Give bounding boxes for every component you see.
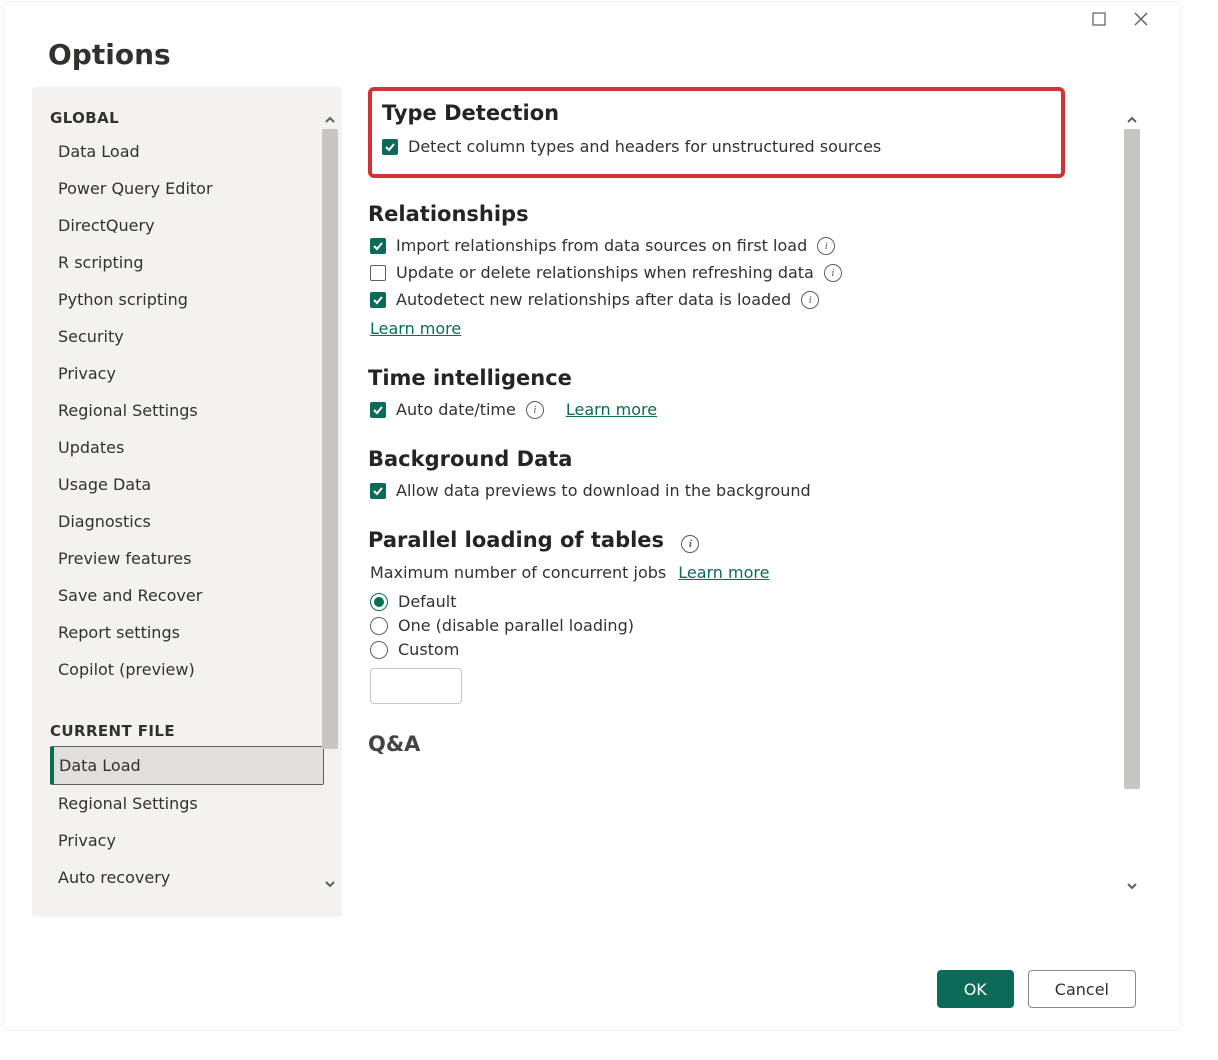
sidebar-item-file-data-load[interactable]: Data Load bbox=[50, 746, 324, 785]
radio-default[interactable] bbox=[370, 593, 388, 611]
sidebar-item-diagnostics[interactable]: Diagnostics bbox=[50, 503, 324, 540]
checkbox-label: Auto date/time bbox=[396, 400, 516, 419]
sidebar-item-updates[interactable]: Updates bbox=[50, 429, 324, 466]
sidebar-item-power-query-editor[interactable]: Power Query Editor bbox=[50, 170, 324, 207]
checkbox-label: Import relationships from data sources o… bbox=[396, 236, 807, 255]
checkbox-label: Autodetect new relationships after data … bbox=[396, 290, 791, 309]
checkbox-row-detect-column-types: Detect column types and headers for unst… bbox=[382, 137, 881, 156]
ok-button[interactable]: OK bbox=[937, 970, 1014, 1008]
section-title-background-data: Background Data bbox=[368, 447, 1106, 471]
highlight-type-detection: Type Detection Detect column types and h… bbox=[368, 87, 1065, 178]
options-sidebar: GLOBAL Data Load Power Query Editor Dire… bbox=[32, 87, 342, 917]
radio-row-one: One (disable parallel loading) bbox=[370, 616, 1106, 635]
sidebar-group-current-file: CURRENT FILE bbox=[50, 714, 324, 746]
radio-label: Default bbox=[398, 592, 456, 611]
info-icon[interactable]: i bbox=[681, 535, 699, 553]
sidebar-scroll-thumb[interactable] bbox=[322, 129, 338, 749]
link-relationships-learn-more[interactable]: Learn more bbox=[370, 319, 461, 338]
checkbox-auto-date-time[interactable] bbox=[370, 402, 386, 418]
sidebar-item-python-scripting[interactable]: Python scripting bbox=[50, 281, 324, 318]
radio-row-default: Default bbox=[370, 592, 1106, 611]
chevron-down-icon[interactable] bbox=[321, 875, 339, 893]
sidebar-item-file-privacy[interactable]: Privacy bbox=[50, 822, 324, 859]
checkbox-row-autodetect-relationships: Autodetect new relationships after data … bbox=[370, 290, 1106, 309]
sidebar-item-report-settings[interactable]: Report settings bbox=[50, 614, 324, 651]
sidebar-item-regional-settings-global[interactable]: Regional Settings bbox=[50, 392, 324, 429]
info-icon[interactable]: i bbox=[824, 264, 842, 282]
info-icon[interactable]: i bbox=[801, 291, 819, 309]
options-dialog: Options GLOBAL Data Load Power Query Edi… bbox=[4, 2, 1180, 1030]
chevron-down-icon[interactable] bbox=[1123, 877, 1141, 895]
options-content: Type Detection Detect column types and h… bbox=[368, 87, 1136, 917]
sidebar-item-copilot-preview[interactable]: Copilot (preview) bbox=[50, 651, 324, 688]
link-time-intel-learn-more[interactable]: Learn more bbox=[566, 400, 657, 419]
checkbox-detect-column-types[interactable] bbox=[382, 139, 398, 155]
section-title-type-detection: Type Detection bbox=[382, 101, 881, 125]
sidebar-item-save-and-recover[interactable]: Save and Recover bbox=[50, 577, 324, 614]
radio-custom[interactable] bbox=[370, 641, 388, 659]
options-content-wrap: Type Detection Detect column types and h… bbox=[368, 87, 1136, 919]
checkbox-row-import-relationships: Import relationships from data sources o… bbox=[370, 236, 1106, 255]
section-background-data: Background Data Allow data previews to d… bbox=[368, 447, 1106, 500]
checkbox-label: Allow data previews to download in the b… bbox=[396, 481, 811, 500]
sidebar-item-directquery[interactable]: DirectQuery bbox=[50, 207, 324, 244]
content-scrollbar[interactable] bbox=[1122, 111, 1142, 895]
section-title-qa: Q&A bbox=[368, 732, 1106, 756]
sidebar-item-file-regional-settings[interactable]: Regional Settings bbox=[50, 785, 324, 822]
dialog-header: Options bbox=[4, 2, 1180, 79]
close-icon[interactable] bbox=[1132, 10, 1150, 28]
section-title-relationships: Relationships bbox=[368, 202, 1106, 226]
sidebar-item-preview-features[interactable]: Preview features bbox=[50, 540, 324, 577]
section-title-parallel-loading: Parallel loading of tables i bbox=[368, 528, 1106, 553]
link-parallel-learn-more[interactable]: Learn more bbox=[678, 563, 769, 582]
radio-one[interactable] bbox=[370, 617, 388, 635]
info-icon[interactable]: i bbox=[817, 237, 835, 255]
chevron-up-icon[interactable] bbox=[321, 111, 339, 129]
sub-label-text: Maximum number of concurrent jobs bbox=[370, 563, 666, 582]
maximize-icon[interactable] bbox=[1090, 10, 1108, 28]
radio-label: Custom bbox=[398, 640, 459, 659]
content-scroll-thumb[interactable] bbox=[1124, 129, 1140, 789]
dialog-title: Options bbox=[48, 38, 1136, 71]
chevron-up-icon[interactable] bbox=[1123, 111, 1141, 129]
cancel-button[interactable]: Cancel bbox=[1028, 970, 1136, 1008]
checkbox-autodetect-relationships[interactable] bbox=[370, 292, 386, 308]
radio-row-custom: Custom bbox=[370, 640, 1106, 659]
sidebar-group-global: GLOBAL bbox=[50, 101, 324, 133]
sidebar-item-r-scripting[interactable]: R scripting bbox=[50, 244, 324, 281]
checkbox-import-relationships[interactable] bbox=[370, 238, 386, 254]
section-relationships: Relationships Import relationships from … bbox=[368, 202, 1106, 338]
sidebar-scrollbar[interactable] bbox=[320, 111, 340, 893]
checkbox-background-download[interactable] bbox=[370, 483, 386, 499]
checkbox-row-auto-date-time: Auto date/time i Learn more bbox=[370, 400, 1106, 419]
sidebar-item-privacy-global[interactable]: Privacy bbox=[50, 355, 324, 392]
checkbox-label: Update or delete relationships when refr… bbox=[396, 263, 814, 282]
info-icon[interactable]: i bbox=[526, 401, 544, 419]
dialog-footer: OK Cancel bbox=[937, 970, 1136, 1008]
sidebar-item-global-data-load[interactable]: Data Load bbox=[50, 133, 324, 170]
checkbox-row-background-download: Allow data previews to download in the b… bbox=[370, 481, 1106, 500]
custom-jobs-input[interactable] bbox=[370, 668, 462, 704]
sidebar-item-security[interactable]: Security bbox=[50, 318, 324, 355]
checkbox-row-update-relationships: Update or delete relationships when refr… bbox=[370, 263, 1106, 282]
radio-label: One (disable parallel loading) bbox=[398, 616, 634, 635]
section-title-text: Parallel loading of tables bbox=[368, 528, 664, 552]
dialog-body: GLOBAL Data Load Power Query Editor Dire… bbox=[4, 79, 1180, 919]
section-title-time-intelligence: Time intelligence bbox=[368, 366, 1106, 390]
section-parallel-loading: Parallel loading of tables i Maximum num… bbox=[368, 528, 1106, 704]
window-controls bbox=[1090, 10, 1150, 28]
parallel-sub-label: Maximum number of concurrent jobs Learn … bbox=[370, 563, 1106, 582]
checkbox-update-relationships[interactable] bbox=[370, 265, 386, 281]
section-qa: Q&A bbox=[368, 732, 1106, 756]
checkbox-label: Detect column types and headers for unst… bbox=[408, 137, 881, 156]
sidebar-item-usage-data[interactable]: Usage Data bbox=[50, 466, 324, 503]
sidebar-item-file-auto-recovery[interactable]: Auto recovery bbox=[50, 859, 324, 896]
section-time-intelligence: Time intelligence Auto date/time i Learn… bbox=[368, 366, 1106, 419]
